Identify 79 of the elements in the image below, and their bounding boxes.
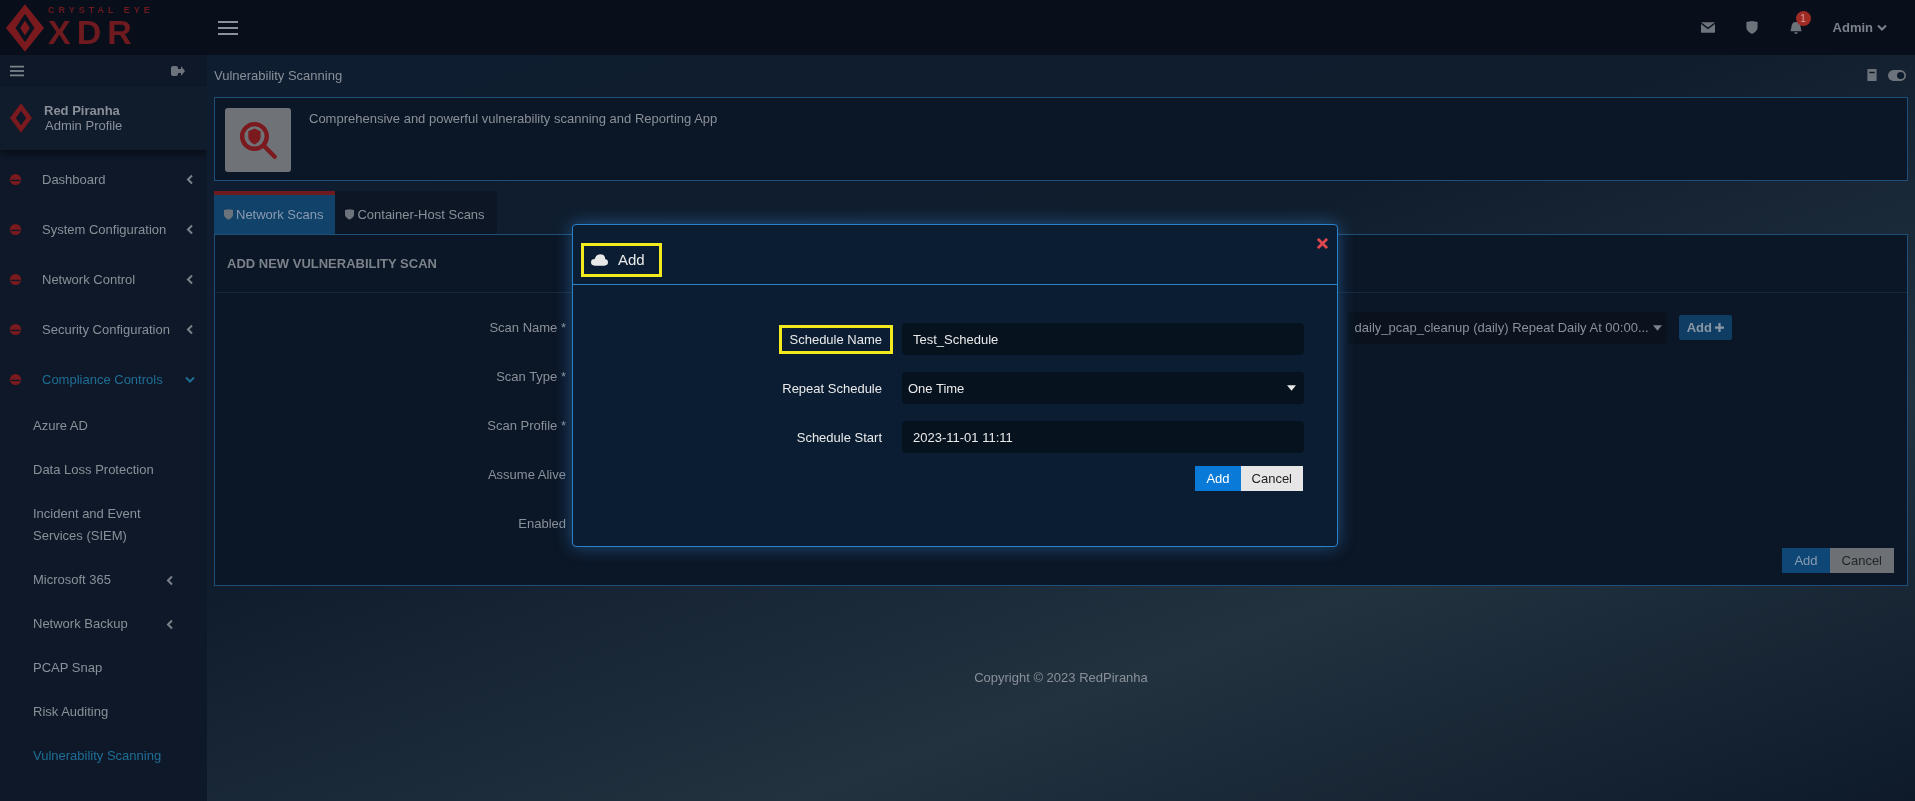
shield-icon bbox=[224, 209, 233, 220]
sidebar-subitem[interactable]: Vulnerability Scanning bbox=[0, 734, 207, 778]
field-label: Schedule Start bbox=[795, 428, 883, 447]
user-menu[interactable]: Admin bbox=[1832, 20, 1887, 35]
caret-icon bbox=[1287, 385, 1296, 391]
sidebar-subitem[interactable]: Incident and Event Services (SIEM) bbox=[0, 492, 207, 558]
sidebar-item-label: Network Control bbox=[42, 271, 137, 287]
field-label: Repeat Schedule bbox=[781, 379, 883, 398]
cancel-button[interactable]: Cancel bbox=[1829, 548, 1894, 573]
app-logo-icon bbox=[225, 108, 291, 172]
sidebar-subitem[interactable]: Microsoft 365 bbox=[0, 558, 207, 602]
app-description: Comprehensive and powerful vulnerability scanning and Reporting App bbox=[309, 111, 718, 126]
sidebar-subitem-label: Risk Auditing bbox=[33, 703, 110, 721]
circle-icon bbox=[9, 372, 22, 386]
sidebar-subitem[interactable]: Risk Auditing bbox=[0, 690, 207, 734]
dialog-title: Add bbox=[581, 243, 662, 277]
circle-icon bbox=[9, 272, 22, 286]
circle-icon bbox=[9, 222, 22, 236]
sidebar-subitem[interactable]: Data Loss Protection bbox=[0, 448, 207, 492]
add-button[interactable]: Add bbox=[1195, 466, 1241, 491]
mail-icon[interactable] bbox=[1700, 21, 1715, 34]
logo-text: XDR bbox=[48, 15, 139, 49]
sidebar-subitem[interactable]: PCAP Snap bbox=[0, 646, 207, 690]
toggle-icon[interactable] bbox=[1888, 69, 1906, 81]
sidebar-subitem-label: PCAP Snap bbox=[33, 659, 104, 677]
notification-badge: 1 bbox=[1795, 11, 1811, 26]
add-schedule-button[interactable]: Add bbox=[1678, 315, 1732, 340]
field-label: Scan Type * bbox=[495, 369, 566, 384]
caret-icon bbox=[1652, 324, 1662, 331]
profile-name: Red Piranha bbox=[44, 103, 121, 118]
add-button[interactable]: Add bbox=[1782, 548, 1830, 573]
menu-icon[interactable] bbox=[10, 64, 24, 77]
input-field[interactable]: Test_Schedule bbox=[902, 323, 1304, 355]
sidebar-subitem[interactable]: Network Backup bbox=[0, 602, 207, 646]
field-label: Scan Name * bbox=[488, 320, 566, 335]
book-icon[interactable] bbox=[1866, 68, 1878, 82]
chevron-down-icon bbox=[1877, 24, 1887, 31]
sidebar-subitem-label: Incident and Event Services (SIEM) bbox=[33, 505, 142, 545]
copyright-text: Copyright © 2023 RedPiranha bbox=[974, 670, 1148, 685]
sidebar-item-label: Security Configuration bbox=[42, 321, 171, 337]
sidebar-subitem-label: Network Backup bbox=[33, 615, 129, 633]
circle-icon bbox=[9, 322, 22, 336]
shield-icon[interactable] bbox=[1744, 21, 1759, 34]
field-label: Enabled bbox=[517, 516, 566, 531]
cloud-icon bbox=[591, 253, 608, 266]
cancel-button[interactable]: Cancel bbox=[1240, 466, 1303, 491]
sidebar-item-label: Compliance Controls bbox=[42, 371, 164, 387]
diamond-logo-icon bbox=[6, 3, 44, 52]
input-field[interactable]: 2023-11-01 11:11 bbox=[902, 421, 1304, 453]
sidebar-item[interactable]: Compliance Controls bbox=[0, 354, 207, 404]
sign-out-icon[interactable] bbox=[171, 64, 185, 77]
bell-icon[interactable] bbox=[1788, 21, 1803, 34]
diamond-logo-icon bbox=[10, 102, 32, 134]
sidebar-subitem-label: Microsoft 365 bbox=[33, 571, 113, 589]
sidebar-item[interactable]: Security Configuration bbox=[0, 304, 207, 354]
sidebar-item[interactable]: Network Control bbox=[0, 254, 207, 304]
sidebar-item[interactable]: System Configuration bbox=[0, 204, 207, 254]
sidebar-item[interactable]: Dashboard bbox=[0, 154, 207, 204]
circle-icon bbox=[9, 172, 22, 186]
tab[interactable]: Container-Host Scans bbox=[335, 191, 497, 234]
close-icon[interactable] bbox=[1317, 238, 1328, 249]
shield-icon bbox=[345, 209, 355, 220]
logo-tagline: CRYSTAL EYE bbox=[48, 6, 154, 15]
menu-icon[interactable] bbox=[218, 19, 238, 36]
schedule-select[interactable]: daily_pcap_cleanup (daily) Repeat Daily At 00:00... bbox=[1346, 311, 1667, 344]
sidebar-item-label: Dashboard bbox=[42, 171, 107, 187]
sidebar-subitem-label: Azure AD bbox=[33, 417, 89, 435]
plus-icon bbox=[1715, 323, 1724, 332]
sidebar-subitem-label: Data Loss Protection bbox=[33, 461, 155, 479]
tab[interactable]: Network Scans bbox=[214, 191, 336, 234]
field-label: Assume Alive bbox=[486, 467, 566, 482]
field-label: Schedule Name bbox=[778, 324, 893, 354]
sidebar-subitem[interactable]: Azure AD bbox=[0, 404, 207, 448]
repeat-select[interactable]: One Time bbox=[902, 372, 1304, 404]
sidebar-subitem-label: Vulnerability Scanning bbox=[33, 747, 163, 765]
sidebar-item-label: System Configuration bbox=[42, 221, 168, 237]
profile-role: Admin Profile bbox=[44, 118, 123, 133]
field-label: Scan Profile * bbox=[486, 418, 566, 433]
page-title: Vulnerability Scanning bbox=[214, 67, 343, 83]
